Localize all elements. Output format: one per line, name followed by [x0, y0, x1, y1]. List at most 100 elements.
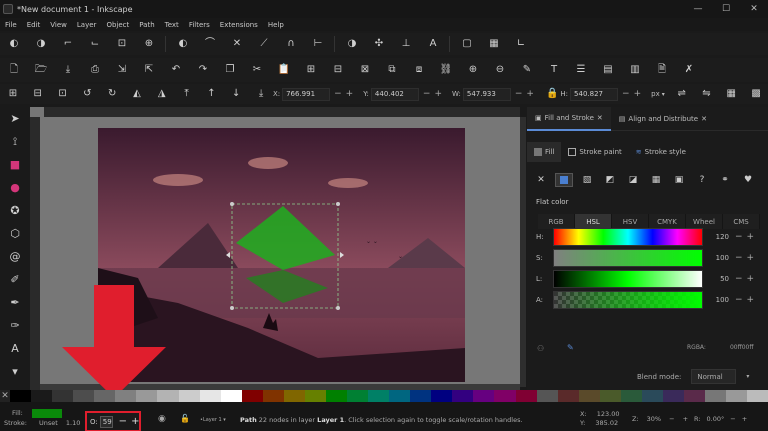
close-icon[interactable]: ✕: [597, 114, 603, 122]
rotation-input[interactable]: 0.00°: [707, 415, 725, 423]
h-decrement[interactable]: −: [622, 89, 630, 99]
corner-handle[interactable]: [230, 306, 234, 310]
subtab-fill[interactable]: Fill: [527, 142, 562, 162]
select-all-layers-icon[interactable]: ⊟: [32, 87, 44, 101]
document-properties-icon[interactable]: 🗎: [655, 63, 669, 77]
tab-fill-and-stroke[interactable]: ▣ Fill and Stroke ✕: [527, 106, 611, 131]
lightness-value[interactable]: 50: [703, 275, 733, 283]
saturation-value[interactable]: 100: [703, 254, 733, 262]
unlink-clone-icon[interactable]: ⛓: [439, 63, 453, 77]
node-tool-icon[interactable]: ⟟: [8, 134, 22, 148]
lock-ratio-icon[interactable]: 🔒: [546, 87, 558, 101]
pencil-tool-icon[interactable]: ✐: [8, 272, 22, 286]
hue-value[interactable]: 120: [703, 233, 733, 241]
menu-object[interactable]: Object: [101, 21, 134, 29]
copy-icon[interactable]: ❐: [223, 63, 237, 77]
snap-smooth-icon[interactable]: ∩: [284, 37, 298, 51]
move-gradients-icon[interactable]: ▦: [725, 87, 737, 101]
saturation-track[interactable]: [553, 249, 703, 267]
snap-guide-icon[interactable]: ∟: [514, 37, 528, 51]
linear-gradient-icon[interactable]: ▧: [578, 173, 596, 187]
scale-stroke-icon[interactable]: ⇌: [676, 87, 688, 101]
lightness-increment[interactable]: +: [747, 274, 755, 284]
snap-bbox-corner-icon[interactable]: ⌙: [88, 37, 102, 51]
rotation-increment[interactable]: +: [742, 415, 747, 423]
saturation-increment[interactable]: +: [747, 253, 755, 263]
no-paint-swatch[interactable]: ✕: [0, 390, 10, 402]
menu-view[interactable]: View: [45, 21, 72, 29]
hue-decrement[interactable]: −: [735, 232, 743, 242]
pattern-icon[interactable]: ▦: [647, 173, 665, 187]
zoom-selection-icon[interactable]: ⊞: [304, 63, 318, 77]
paste-icon[interactable]: 📋: [277, 63, 291, 77]
align-dialog-icon[interactable]: ▥: [628, 63, 642, 77]
select-all-icon[interactable]: ⊞: [7, 87, 19, 101]
rectangle-tool-icon[interactable]: ■: [8, 157, 22, 171]
opacity-increment[interactable]: +: [131, 416, 139, 427]
h-increment[interactable]: +: [634, 89, 642, 99]
ellipse-tool-icon[interactable]: ●: [8, 180, 22, 194]
layer-visibility-icon[interactable]: ◉: [158, 414, 166, 424]
zoom-increment[interactable]: +: [683, 415, 688, 423]
layers-icon[interactable]: ☰: [574, 63, 588, 77]
group-icon[interactable]: ⊕: [466, 63, 480, 77]
text-tool-icon[interactable]: A: [8, 341, 22, 355]
y-input[interactable]: 440.402: [370, 87, 419, 101]
rotate-cw-icon[interactable]: ↻: [106, 87, 118, 101]
rgba-input[interactable]: 00ff00ff: [730, 344, 754, 351]
menu-file[interactable]: File: [0, 21, 22, 29]
duplicate-icon[interactable]: ⧉: [385, 63, 399, 77]
cut-icon[interactable]: ✂: [250, 63, 264, 77]
snap-intersection-icon[interactable]: ✕: [230, 37, 244, 51]
lightness-decrement[interactable]: −: [735, 274, 743, 284]
menu-text[interactable]: Text: [160, 21, 184, 29]
xml-editor-icon[interactable]: ▤: [601, 63, 615, 77]
opacity-input[interactable]: 59: [99, 415, 113, 428]
radial-gradient-icon[interactable]: ◩: [601, 173, 619, 187]
menu-extensions[interactable]: Extensions: [215, 21, 263, 29]
zoom-input[interactable]: 30%: [647, 415, 661, 423]
snap-others-icon[interactable]: ◑: [345, 37, 359, 51]
ungroup-icon[interactable]: ⊖: [493, 63, 507, 77]
menu-edit[interactable]: Edit: [22, 21, 46, 29]
pen-tool-icon[interactable]: ✒: [8, 295, 22, 309]
new-document-icon[interactable]: 🗋: [7, 63, 21, 77]
hue-increment[interactable]: +: [747, 232, 755, 242]
unset-icon[interactable]: ?: [693, 173, 711, 187]
fill-stroke-dialog-icon[interactable]: ✎: [520, 63, 534, 77]
minimize-icon[interactable]: —: [684, 4, 712, 14]
subtab-stroke-style[interactable]: ≋ Stroke style: [629, 142, 693, 162]
snap-bbox-icon[interactable]: ◑: [34, 37, 48, 51]
3d-box-tool-icon[interactable]: ⬡: [8, 226, 22, 240]
fill-color-swatch[interactable]: [32, 409, 62, 418]
x-input[interactable]: 766.991: [282, 87, 331, 101]
alpha-decrement[interactable]: −: [735, 295, 743, 305]
x-decrement[interactable]: −: [334, 89, 342, 99]
blend-mode-select[interactable]: Normal: [691, 369, 737, 384]
none-icon[interactable]: ✕: [532, 173, 550, 187]
lower-icon[interactable]: ↓: [230, 87, 242, 101]
w-input[interactable]: 547.933: [462, 87, 511, 101]
menu-help[interactable]: Help: [263, 21, 289, 29]
export-icon[interactable]: ⇱: [142, 63, 156, 77]
layer-lock-icon[interactable]: 🔓: [180, 414, 190, 423]
deselect-icon[interactable]: ⊡: [57, 87, 69, 101]
corner-handle[interactable]: [230, 202, 234, 206]
subtab-stroke-paint[interactable]: Stroke paint: [561, 142, 628, 162]
flip-horizontal-icon[interactable]: ◭: [131, 87, 143, 101]
save-icon[interactable]: ⤓: [61, 63, 75, 77]
clone-icon[interactable]: ⧈: [412, 63, 426, 77]
snap-bbox-edge-icon[interactable]: ⌐: [61, 37, 75, 51]
text-font-icon[interactable]: T: [547, 63, 561, 77]
corner-handle[interactable]: [336, 306, 340, 310]
unit-select[interactable]: px: [651, 90, 660, 98]
flip-vertical-icon[interactable]: ◮: [156, 87, 168, 101]
vertical-scrollbar[interactable]: [520, 117, 526, 387]
spiral-tool-icon[interactable]: @: [8, 249, 22, 263]
snap-page-border-icon[interactable]: ▢: [460, 37, 474, 51]
alpha-track[interactable]: [553, 291, 703, 309]
redo-icon[interactable]: ↷: [196, 63, 210, 77]
menu-path[interactable]: Path: [134, 21, 159, 29]
selector-tool-icon[interactable]: ➤: [8, 111, 22, 125]
raise-icon[interactable]: ↑: [206, 87, 218, 101]
